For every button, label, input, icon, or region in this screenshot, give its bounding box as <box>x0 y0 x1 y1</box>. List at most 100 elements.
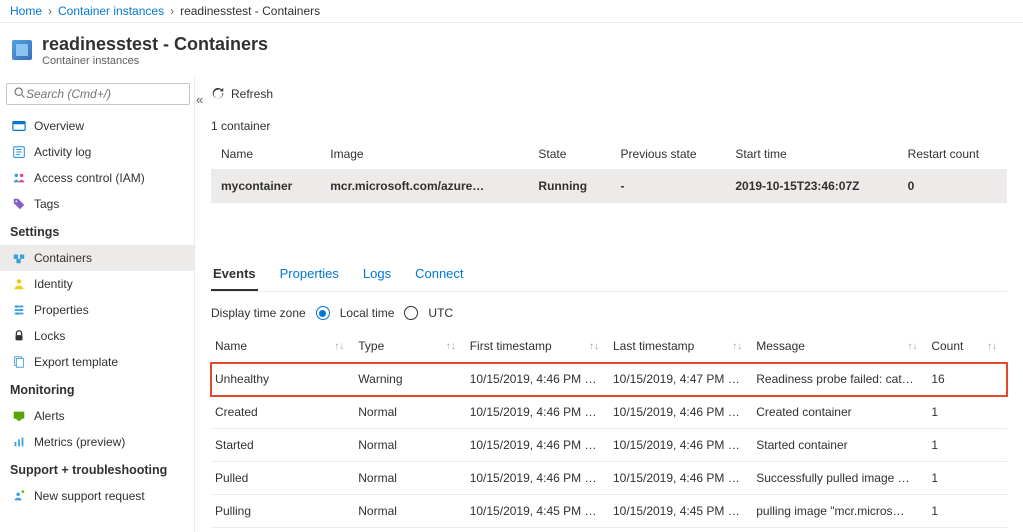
event-row[interactable]: PullingNormal10/15/2019, 4:45 PM PDT10/1… <box>211 495 1007 528</box>
sidebar-search[interactable] <box>6 83 190 105</box>
sidebar: « Overview Activity log Access control (… <box>0 77 195 532</box>
radio-utc[interactable] <box>404 306 418 320</box>
breadcrumb-current: readinesstest - Containers <box>180 4 320 18</box>
sidebar-item-containers[interactable]: Containers <box>0 245 194 271</box>
ecol-name[interactable]: Name↑↓ <box>211 330 354 363</box>
ecol-last[interactable]: Last timestamp↑↓ <box>609 330 752 363</box>
sidebar-item-label: Overview <box>34 119 84 133</box>
page-header: readinesstest - Containers Container ins… <box>0 23 1023 77</box>
sidebar-item-tags[interactable]: Tags <box>0 191 194 217</box>
metrics-icon <box>12 435 26 449</box>
event-cell-count: 1 <box>927 462 1007 495</box>
events-table: Name↑↓ Type↑↓ First timestamp↑↓ Last tim… <box>211 330 1007 528</box>
tab-logs[interactable]: Logs <box>361 258 393 291</box>
ecol-count[interactable]: Count↑↓ <box>927 330 1007 363</box>
event-cell-type: Warning <box>354 363 465 396</box>
event-row[interactable]: PulledNormal10/15/2019, 4:46 PM PDT10/15… <box>211 462 1007 495</box>
radio-local-label: Local time <box>340 306 395 320</box>
properties-icon <box>12 303 26 317</box>
sidebar-item-overview[interactable]: Overview <box>0 113 194 139</box>
sidebar-item-label: Tags <box>34 197 59 211</box>
search-input[interactable] <box>26 87 183 101</box>
breadcrumb-home[interactable]: Home <box>10 4 42 18</box>
sidebar-item-activity-log[interactable]: Activity log <box>0 139 194 165</box>
export-template-icon <box>12 355 26 369</box>
radio-local-time[interactable] <box>316 306 330 320</box>
page-title: readinesstest - Containers <box>42 33 268 55</box>
event-cell-last: 10/15/2019, 4:46 PM PDT <box>609 462 752 495</box>
col-prev-state[interactable]: Previous state <box>611 139 726 169</box>
event-cell-last: 10/15/2019, 4:45 PM PDT <box>609 495 752 528</box>
event-row[interactable]: UnhealthyWarning10/15/2019, 4:46 PM PDT 1… <box>211 363 1007 396</box>
sort-icon: ↑↓ <box>334 341 344 352</box>
container-resource-icon <box>12 40 32 60</box>
event-cell-message: pulling image "mcr.micros… <box>752 495 927 528</box>
col-name[interactable]: Name <box>211 139 320 169</box>
chevron-right-icon: › <box>170 4 174 18</box>
lock-icon <box>12 329 26 343</box>
event-cell-type: Normal <box>354 429 465 462</box>
sidebar-item-metrics[interactable]: Metrics (preview) <box>0 429 194 455</box>
event-cell-first: 10/15/2019, 4:45 PM PDT <box>466 495 609 528</box>
event-cell-type: Normal <box>354 396 465 429</box>
event-row[interactable]: StartedNormal10/15/2019, 4:46 PM PDT10/1… <box>211 429 1007 462</box>
tab-connect[interactable]: Connect <box>413 258 465 291</box>
ecol-type[interactable]: Type↑↓ <box>354 330 465 363</box>
tab-events[interactable]: Events <box>211 258 258 291</box>
container-row[interactable]: mycontainer mcr.microsoft.com/azure… Run… <box>211 169 1007 203</box>
event-cell-last: 10/15/2019, 4:46 PM PDT <box>609 396 752 429</box>
sort-icon: ↑↓ <box>987 341 997 352</box>
sort-icon: ↑↓ <box>589 341 599 352</box>
sidebar-item-properties[interactable]: Properties <box>0 297 194 323</box>
event-cell-message: Readiness probe failed: cat… <box>752 363 927 396</box>
cell-name: mycontainer <box>211 169 320 203</box>
col-image[interactable]: Image <box>320 139 528 169</box>
event-cell-name: Started <box>211 429 354 462</box>
sidebar-item-label: Locks <box>34 329 65 343</box>
col-start-time[interactable]: Start time <box>725 139 897 169</box>
sidebar-item-access-control[interactable]: Access control (IAM) <box>0 165 194 191</box>
cell-image: mcr.microsoft.com/azure… <box>320 169 528 203</box>
sidebar-item-label: Properties <box>34 303 89 317</box>
event-cell-first: 10/15/2019, 4:46 PM PDT <box>466 462 609 495</box>
alerts-icon <box>12 409 26 423</box>
activity-log-icon <box>12 145 26 159</box>
ecol-first[interactable]: First timestamp↑↓ <box>466 330 609 363</box>
event-cell-count: 1 <box>927 396 1007 429</box>
overview-icon <box>12 119 26 133</box>
event-cell-name: Pulling <box>211 495 354 528</box>
event-cell-first: 10/15/2019, 4:46 PM PDT <box>466 363 609 396</box>
event-cell-name: Created <box>211 396 354 429</box>
sidebar-section-monitoring: Monitoring <box>0 375 194 403</box>
tab-properties[interactable]: Properties <box>278 258 341 291</box>
resource-type-label: Container instances <box>42 55 268 67</box>
sidebar-item-locks[interactable]: Locks <box>0 323 194 349</box>
refresh-icon <box>211 87 225 101</box>
col-restart-count[interactable]: Restart count <box>898 139 1007 169</box>
sidebar-item-alerts[interactable]: Alerts <box>0 403 194 429</box>
sidebar-item-identity[interactable]: Identity <box>0 271 194 297</box>
sidebar-section-settings: Settings <box>0 217 194 245</box>
detail-tabs: Events Properties Logs Connect <box>211 258 1007 292</box>
sidebar-item-label: Export template <box>34 355 118 369</box>
tag-icon <box>12 197 26 211</box>
sidebar-item-new-support-request[interactable]: New support request <box>0 483 194 509</box>
breadcrumb-level1[interactable]: Container instances <box>58 4 164 18</box>
ecol-message[interactable]: Message↑↓ <box>752 330 927 363</box>
col-state[interactable]: State <box>528 139 610 169</box>
event-cell-count: 16 <box>927 363 1007 396</box>
event-cell-name: Unhealthy <box>211 363 354 396</box>
support-icon <box>12 489 26 503</box>
cell-start: 2019-10-15T23:46:07Z <box>725 169 897 203</box>
event-row[interactable]: CreatedNormal10/15/2019, 4:46 PM PDT10/1… <box>211 396 1007 429</box>
event-cell-first: 10/15/2019, 4:46 PM PDT <box>466 429 609 462</box>
sidebar-item-label: Alerts <box>34 409 65 423</box>
sidebar-item-label: Identity <box>34 277 73 291</box>
containers-table: Name Image State Previous state Start ti… <box>211 139 1007 203</box>
containers-icon <box>12 251 26 265</box>
sidebar-item-export-template[interactable]: Export template <box>0 349 194 375</box>
timezone-selector: Display time zone Local time UTC <box>211 292 1007 330</box>
sidebar-item-label: Containers <box>34 251 92 265</box>
refresh-button[interactable]: Refresh <box>211 87 1007 119</box>
cell-restart: 0 <box>898 169 1007 203</box>
